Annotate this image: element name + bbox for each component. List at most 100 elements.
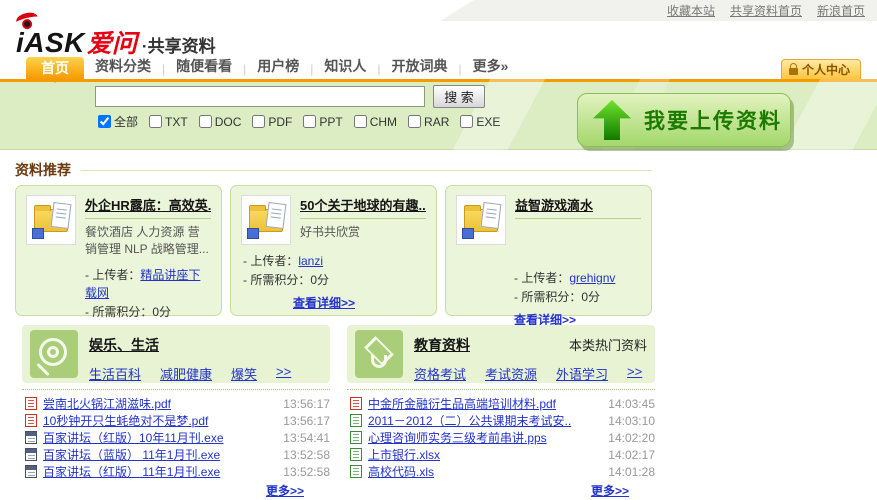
nav-item-categories[interactable]: 资料分类 (95, 56, 151, 79)
site-logo[interactable]: iASK 爱问 ·共享资料 (16, 16, 216, 60)
panel-sublink[interactable]: 考试资源 (485, 364, 537, 383)
recommend-card: 50个关于地球的有趣... 好书共欣赏 - 上传者：lanzi - 所需积分：0… (230, 185, 437, 316)
filter-checkbox-ppt[interactable] (303, 115, 316, 128)
file-time: 14:01:28 (608, 465, 655, 479)
filter-checkbox-pdf[interactable] (252, 115, 265, 128)
filter-ppt[interactable]: PPT (303, 115, 342, 129)
nav-item-user-ranking[interactable]: 用户榜 (257, 56, 299, 79)
uploader-label: - 上传者： (514, 271, 569, 285)
more-link[interactable]: 更多>> (266, 484, 304, 498)
nav-tab-home[interactable]: 首页 (26, 57, 84, 79)
filter-rar[interactable]: RAR (408, 115, 449, 129)
uploader-link[interactable]: grehignv (569, 271, 615, 285)
panel-sublink[interactable]: 资格考试 (414, 364, 466, 383)
file-link[interactable]: 百家讲坛（红版）10年11月刊.exe (43, 429, 277, 446)
panel-sublink[interactable]: 生活百科 (89, 364, 141, 383)
search-input[interactable] (95, 86, 425, 107)
nav-divider: | (377, 62, 380, 79)
uploader-label: - 上传者： (85, 268, 140, 282)
file-link[interactable]: 中金所金融衍生品高端培训材料.pdf (368, 395, 602, 412)
filter-checkbox-txt[interactable] (149, 115, 162, 128)
iask-shared-files-page: 收藏本站 共享资料首页 新浪首页 iASK 爱问 ·共享资料 首页 资料分类 |… (0, 0, 877, 500)
card-title-link[interactable]: 益智游戏滴水 (515, 195, 641, 219)
file-time: 14:02:17 (608, 448, 655, 462)
sheet-file-icon (350, 448, 362, 461)
file-row: 2011－2012（二）公共课期末考试安..14:03:10 (347, 412, 655, 429)
points-value: 0分 (152, 305, 171, 319)
filter-exe[interactable]: EXE (460, 115, 500, 129)
file-row: 上市银行.xlsx 14:02:17 (347, 446, 655, 463)
card-description: 餐饮酒店 人力资源 营销管理 NLP 战略管理... (85, 224, 211, 259)
topbar: 收藏本站 共享资料首页 新浪首页 (440, 0, 877, 21)
panel-sublink-more[interactable]: >> (627, 364, 642, 383)
file-link[interactable]: 心理咨询师实务三级考前串讲.pps (368, 429, 602, 446)
site-header: iASK 爱问 ·共享资料 (16, 16, 216, 56)
file-link[interactable]: 百家讲坛（红版） 11年1月刊.exe (43, 463, 277, 480)
file-row: 百家讲坛（蓝版） 11年1月刊.exe13:52:58 (22, 446, 330, 463)
folder-documents-icon (456, 195, 506, 245)
panel-sublink[interactable]: 减肥健康 (160, 364, 212, 383)
filter-all[interactable]: 全部 (98, 113, 138, 130)
section-rule (81, 170, 652, 171)
points-value: 0分 (581, 290, 600, 304)
uploader-link[interactable]: lanzi (298, 254, 323, 268)
panel-entertainment-life: 娱乐、生活 生活百科 减肥健康 爆笑 >> 尝南北火锅江湖滋味.pdf 13:56… (22, 325, 330, 500)
logo-brand-text: iASK (16, 27, 85, 59)
topbar-link-sina-home[interactable]: 新浪首页 (817, 2, 865, 19)
file-row: 百家讲坛（红版）10年11月刊.exe13:54:41 (22, 429, 330, 446)
pdf-file-icon (350, 397, 362, 410)
file-link[interactable]: 上市银行.xlsx (368, 446, 602, 463)
filter-checkbox-chm[interactable] (354, 115, 367, 128)
folder-documents-icon (241, 195, 291, 245)
filter-checkbox-rar[interactable] (408, 115, 421, 128)
main-nav: 首页 资料分类 | 随便看看 | 用户榜 | 知识人 | 开放词典 | 更多» … (0, 56, 877, 79)
filter-checkbox-doc[interactable] (199, 115, 212, 128)
view-detail-link[interactable]: 查看详细>> (293, 294, 355, 313)
card-title-link[interactable]: 外企HR露底：高效英... (85, 195, 211, 219)
exe-file-icon (25, 465, 37, 478)
file-link[interactable]: 10秒钟开只生蚝绝对不是梦.pdf (43, 412, 277, 429)
graduation-cap-icon (355, 330, 403, 378)
nav-divider: | (310, 62, 313, 79)
card-title-link[interactable]: 50个关于地球的有趣... (300, 195, 426, 219)
panel-title-link[interactable]: 教育资料 (414, 335, 470, 355)
file-link[interactable]: 2011－2012（二）公共课期末考试安.. (368, 412, 602, 429)
lock-icon (789, 68, 798, 75)
filter-checkbox-exe[interactable] (460, 115, 473, 128)
filter-chm[interactable]: CHM (354, 115, 397, 129)
panel-sublink-more[interactable]: >> (276, 364, 291, 383)
folder-documents-icon (26, 195, 76, 245)
file-link[interactable]: 尝南北火锅江湖滋味.pdf (43, 395, 277, 412)
filter-pdf[interactable]: PDF (252, 115, 292, 129)
panel-sublink[interactable]: 外语学习 (556, 364, 608, 383)
logo-tagline: ·共享资料 (142, 32, 216, 57)
filter-txt[interactable]: TXT (149, 115, 188, 129)
hot-label: 本类热门资料 (569, 335, 647, 354)
recommend-section: 资料推荐 外企HR露底：高效英... 餐饮酒店 人力资源 营销管理 NLP 战略… (15, 162, 652, 316)
recommend-section-title: 资料推荐 (15, 160, 71, 180)
exe-file-icon (25, 431, 37, 444)
filter-doc[interactable]: DOC (199, 115, 242, 129)
filter-checkbox-all[interactable] (98, 115, 111, 128)
file-row: 10秒钟开只生蚝绝对不是梦.pdf 13:56:17 (22, 412, 330, 429)
nav-item-knowledge[interactable]: 知识人 (324, 56, 366, 79)
user-center-button[interactable]: 个人中心 (781, 59, 861, 79)
upload-button[interactable]: 我要上传资料 (577, 93, 791, 147)
sheet-file-icon (350, 414, 362, 427)
topbar-link-bookmark[interactable]: 收藏本站 (667, 2, 715, 19)
card-description: 好书共欣赏 (300, 224, 426, 241)
recommend-card: 益智游戏滴水 - 上传者：grehignv - 所需积分：0分 查看详细>> (445, 185, 652, 316)
nav-item-open-dict[interactable]: 开放词典 (392, 56, 448, 79)
search-button[interactable]: 搜 索 (433, 85, 485, 108)
file-row: 高校代码.xls 14:01:28 (347, 463, 655, 480)
file-link[interactable]: 百家讲坛（蓝版） 11年1月刊.exe (43, 446, 277, 463)
nav-item-more[interactable]: 更多» (473, 56, 509, 79)
panel-title-link[interactable]: 娱乐、生活 (89, 335, 159, 355)
nav-divider: | (162, 62, 165, 79)
more-link[interactable]: 更多>> (591, 484, 629, 498)
file-link[interactable]: 高校代码.xls (368, 463, 602, 480)
panel-sublink[interactable]: 爆笑 (231, 364, 257, 383)
topbar-link-shared-home[interactable]: 共享资料首页 (730, 2, 802, 19)
nav-item-browse[interactable]: 随便看看 (176, 56, 232, 79)
file-time: 13:56:17 (283, 414, 330, 428)
